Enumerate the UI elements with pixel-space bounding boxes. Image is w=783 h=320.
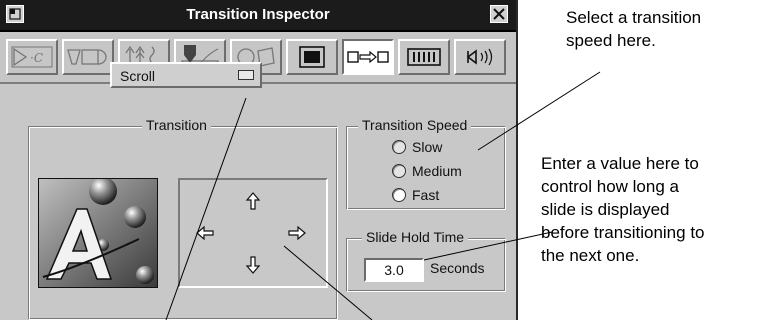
callout-leader-lines (165, 71, 601, 320)
dropdown-leader-line (165, 97, 247, 320)
hold-leader-line (423, 231, 553, 261)
speed-leader-line (477, 71, 601, 151)
direction-pad-leader-line (283, 245, 373, 320)
